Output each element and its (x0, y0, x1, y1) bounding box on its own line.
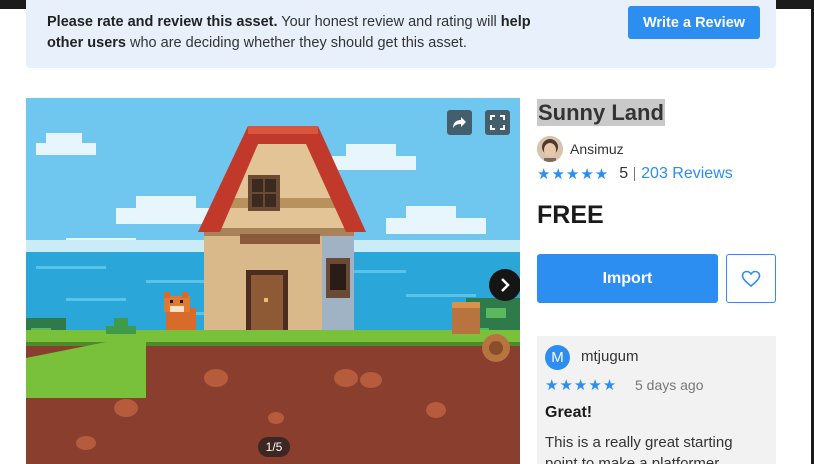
favorite-button[interactable] (726, 254, 776, 303)
asset-title: Sunny Land (537, 99, 665, 126)
share-button[interactable] (447, 110, 472, 135)
review-title: Great! (545, 404, 593, 421)
share-icon (453, 117, 466, 128)
review-card: M mtjugum ★★★★★ 5 days ago Great! This i… (537, 336, 776, 464)
rating-value: 5 (619, 165, 629, 182)
reviews-count-link[interactable]: 203 Reviews (641, 165, 733, 183)
reviewer-name[interactable]: mtjugum (581, 348, 639, 365)
next-image-button[interactable] (489, 269, 520, 301)
rating-stars: ★★★★★ (537, 166, 610, 183)
import-button[interactable]: Import (537, 254, 718, 303)
review-prompt-banner: Please rate and review this asset. Your … (26, 0, 776, 68)
publisher-avatar[interactable] (537, 136, 563, 162)
asset-price: FREE (537, 201, 604, 229)
image-counter: 1/5 (258, 437, 290, 457)
rating-separator (634, 167, 636, 181)
banner-message: Please rate and review this asset. Your … (47, 14, 531, 51)
asset-image-gallery[interactable]: 1/5 (26, 98, 520, 464)
review-date: 5 days ago (635, 377, 704, 393)
write-review-button[interactable]: Write a Review (628, 6, 760, 39)
fullscreen-button[interactable] (485, 110, 510, 135)
rating-summary: ★★★★★ 5 203 Reviews (537, 164, 733, 184)
review-stars: ★★★★★ (545, 377, 618, 394)
heart-icon (741, 270, 761, 287)
chevron-right-icon (501, 278, 510, 292)
gallery-screenshot (26, 98, 520, 464)
publisher-name[interactable]: Ansimuz (570, 141, 624, 157)
review-body: This is a really great starting point to… (545, 434, 733, 464)
fullscreen-icon (490, 115, 505, 130)
reviewer-avatar: M (545, 345, 570, 370)
